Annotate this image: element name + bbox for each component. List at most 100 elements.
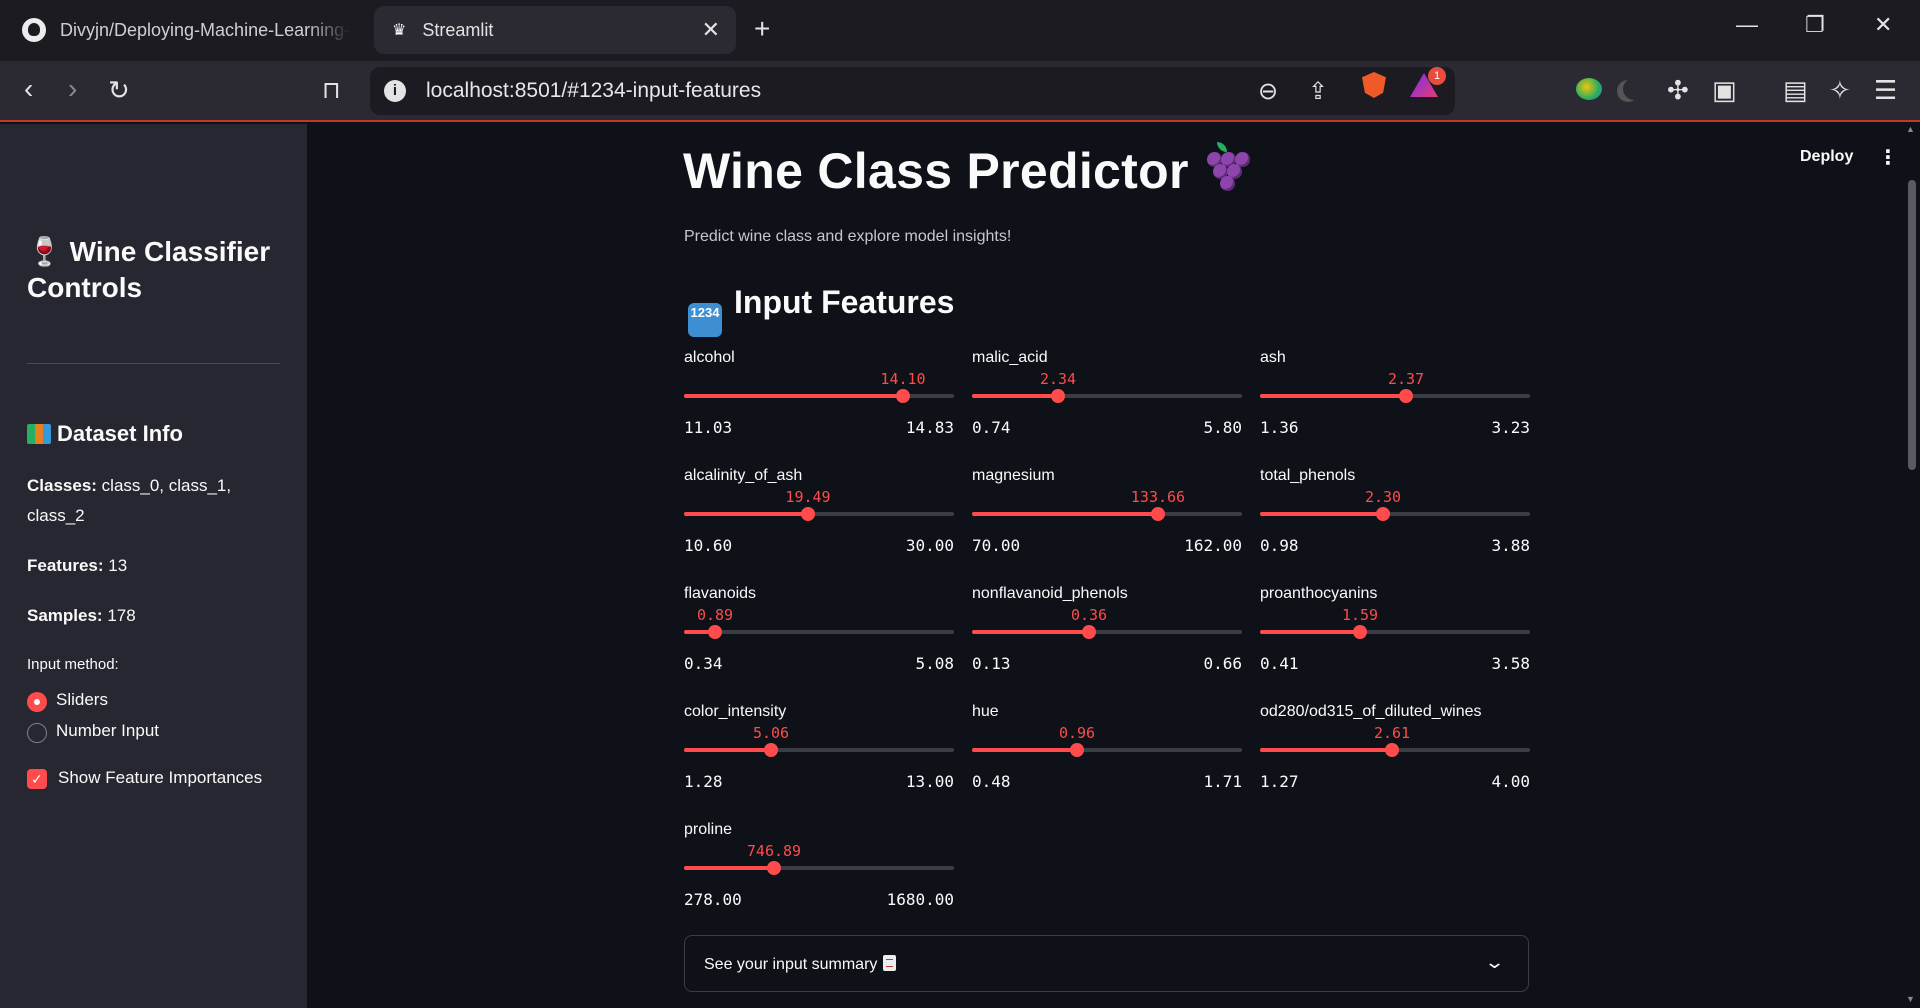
bookmark-icon[interactable]: ⊓ (322, 76, 341, 105)
slider-thumb[interactable] (767, 861, 781, 875)
slider-thumb[interactable] (801, 507, 815, 521)
menu-icon[interactable]: ☰ (1874, 75, 1897, 106)
slider-max: 3.23 (1491, 418, 1530, 437)
forward-icon[interactable]: › (68, 73, 77, 105)
slider-fill (972, 512, 1158, 516)
radio-number-input[interactable] (27, 723, 47, 743)
slider-label: alcohol (684, 349, 735, 366)
share-icon[interactable]: ⇪ (1308, 77, 1328, 106)
slider-malic-acid[interactable]: malic_acid 2.34 0.74 5.80 (972, 349, 1242, 459)
slider-max: 4.00 (1491, 772, 1530, 791)
extensions-icon[interactable]: ✣ (1667, 75, 1689, 106)
slider-min: 0.74 (972, 418, 1011, 437)
globe-extension-icon[interactable] (1576, 78, 1602, 100)
slider-fill (1260, 394, 1406, 398)
slider-thumb[interactable] (708, 625, 722, 639)
scrollbar-thumb[interactable] (1908, 180, 1916, 470)
slider-magnesium[interactable]: magnesium 133.66 70.00 162.00 (972, 467, 1242, 577)
slider-proline[interactable]: proline 746.89 278.00 1680.00 (684, 821, 954, 931)
classes-info: Classes: class_0, class_1, class_2 (27, 476, 232, 525)
slider-min: 1.27 (1260, 772, 1299, 791)
slider-label: total_phenols (1260, 467, 1356, 484)
radio-sliders-label[interactable]: Sliders (56, 690, 108, 710)
show-importances-label[interactable]: Show Feature Importances (58, 768, 262, 788)
close-icon[interactable]: ✕ (702, 17, 720, 43)
chevron-down-icon[interactable]: ⌄ (1484, 952, 1505, 973)
tab-github[interactable]: Divyjn/Deploying-Machine-Learning- (8, 6, 358, 54)
slider-fill (684, 394, 903, 398)
slider-label: ash (1260, 349, 1286, 366)
slider-od280-od315-of-diluted-wines[interactable]: od280/od315_of_diluted_wines 2.61 1.27 4.00 (1260, 703, 1530, 813)
slider-min: 0.34 (684, 654, 723, 673)
reader-icon[interactable]: ▣ (1712, 75, 1737, 106)
restore-button[interactable]: ❐ (1805, 12, 1825, 38)
slider-max: 1.71 (1203, 772, 1242, 791)
scroll-down-arrow[interactable]: ▼ (1906, 994, 1915, 1004)
zoom-out-icon[interactable]: ⊖ (1258, 77, 1278, 106)
wallet-icon[interactable]: ▤ (1783, 75, 1808, 106)
slider-proanthocyanins[interactable]: proanthocyanins 1.59 0.41 3.58 (1260, 585, 1530, 695)
info-icon[interactable]: i (384, 80, 406, 102)
slider-thumb[interactable] (1399, 389, 1413, 403)
slider-min: 70.00 (972, 536, 1021, 555)
deploy-button[interactable]: Deploy (1800, 148, 1853, 166)
slider-value: 2.37 (1387, 370, 1425, 388)
sidebar-divider (27, 363, 280, 364)
slider-hue[interactable]: hue 0.96 0.48 1.71 (972, 703, 1242, 813)
slider-color-intensity[interactable]: color_intensity 5.06 1.28 13.00 (684, 703, 954, 813)
tab-title: Streamlit (422, 19, 494, 40)
slider-alcohol[interactable]: alcohol 14.10 11.03 14.83 (684, 349, 954, 459)
reload-icon[interactable]: ↻ (108, 75, 130, 106)
radio-number-input-label[interactable]: Number Input (56, 721, 159, 741)
slider-thumb[interactable] (1082, 625, 1096, 639)
tab-streamlit[interactable]: ♛ Streamlit ✕ (374, 6, 736, 54)
slider-fill (1260, 512, 1383, 516)
dark-mode-icon[interactable] (1623, 78, 1645, 100)
slider-nonflavanoid-phenols[interactable]: nonflavanoid_phenols 0.36 0.13 0.66 (972, 585, 1242, 695)
page-title: Wine Class Predictor (683, 142, 1250, 200)
slider-label: od280/od315_of_diluted_wines (1260, 703, 1482, 720)
slider-ash[interactable]: ash 2.37 1.36 3.23 (1260, 349, 1530, 459)
slider-thumb[interactable] (1151, 507, 1165, 521)
radio-sliders[interactable] (27, 692, 47, 712)
address-bar[interactable]: i localhost:8501/#1234-input-features ⊖ … (370, 67, 1455, 115)
input-summary-expander[interactable]: See your input summary ⌄ (684, 935, 1529, 992)
slider-thumb[interactable] (1070, 743, 1084, 757)
slider-flavanoids[interactable]: flavanoids 0.89 0.34 5.08 (684, 585, 954, 695)
slider-track[interactable] (684, 630, 954, 634)
main-menu-icon[interactable]: ⋮ (1878, 145, 1898, 170)
slider-thumb[interactable] (896, 389, 910, 403)
show-importances-checkbox[interactable]: ✓ (27, 769, 47, 789)
back-icon[interactable]: ‹ (24, 73, 33, 105)
slider-min: 11.03 (684, 418, 733, 437)
slider-label: color_intensity (684, 703, 787, 720)
slider-max: 0.66 (1203, 654, 1242, 673)
slider-min: 10.60 (684, 536, 733, 555)
leo-icon[interactable]: ✧ (1829, 75, 1851, 106)
slider-label: hue (972, 703, 999, 720)
slider-alcalinity-of-ash[interactable]: alcalinity_of_ash 19.49 10.60 30.00 (684, 467, 954, 577)
browser-tab-bar: Divyjn/Deploying-Machine-Learning- ♛ Str… (0, 0, 1920, 61)
slider-label: proline (684, 821, 733, 838)
window-close-button[interactable]: ✕ (1874, 12, 1892, 38)
slider-label: nonflavanoid_phenols (972, 585, 1128, 602)
slider-thumb[interactable] (1385, 743, 1399, 757)
books-icon (27, 424, 51, 444)
url-text[interactable]: localhost:8501/#1234-input-features (426, 79, 761, 103)
slider-value: 0.89 (696, 606, 734, 624)
minimize-button[interactable]: — (1736, 12, 1758, 38)
expander-label[interactable]: See your input summary (704, 955, 897, 974)
dataset-info-heading: Dataset Info (27, 421, 183, 447)
scroll-up-arrow[interactable]: ▲ (1906, 124, 1915, 134)
slider-thumb[interactable] (1051, 389, 1065, 403)
slider-thumb[interactable] (1353, 625, 1367, 639)
new-tab-button[interactable]: + (754, 13, 770, 45)
samples-info: Samples: 178 (27, 606, 136, 625)
slider-min: 278.00 (684, 890, 742, 909)
slider-thumb[interactable] (764, 743, 778, 757)
slider-max: 14.83 (905, 418, 954, 437)
slider-thumb[interactable] (1376, 507, 1390, 521)
slider-label: malic_acid (972, 349, 1048, 366)
slider-total-phenols[interactable]: total_phenols 2.30 0.98 3.88 (1260, 467, 1530, 577)
streamlit-crown-icon: ♛ (392, 22, 407, 39)
